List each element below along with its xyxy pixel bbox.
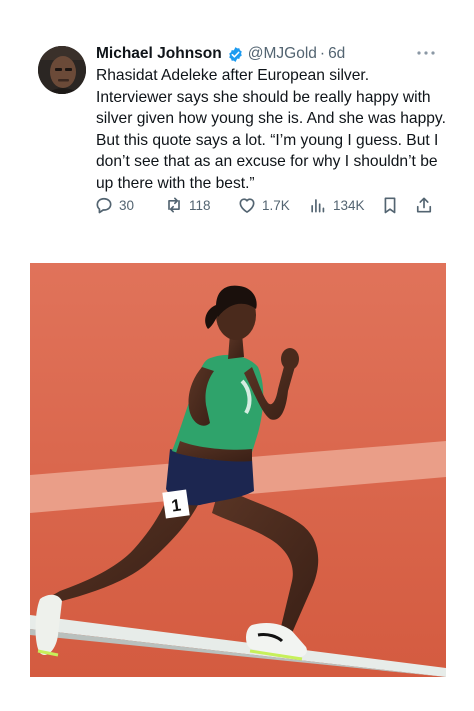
athlete-photo-illustration: 1 xyxy=(30,263,446,677)
tweet-text: Rhasidat Adeleke after European silver. … xyxy=(96,67,446,192)
separator-dot: · xyxy=(319,45,326,62)
repost-icon xyxy=(168,197,180,213)
share-button[interactable] xyxy=(414,193,439,217)
tweet-photo[interactable]: 1 xyxy=(30,263,446,677)
avatar-image xyxy=(38,46,86,94)
bookmark-icon xyxy=(384,197,396,214)
like-button[interactable]: 1.7K xyxy=(237,193,290,217)
views-count: 134K xyxy=(333,197,365,213)
like-count: 1.7K xyxy=(262,197,290,213)
reply-icon xyxy=(96,197,112,214)
reply-button[interactable]: 30 xyxy=(94,193,134,217)
race-bib: 1 xyxy=(162,489,190,519)
action-bar: 30 118 1.7K 134K xyxy=(94,193,438,217)
views-button[interactable]: 134K xyxy=(308,193,365,217)
repost-count: 118 xyxy=(189,197,211,213)
timestamp[interactable]: 6d xyxy=(328,45,345,63)
share-icon xyxy=(416,197,432,213)
reply-count: 30 xyxy=(119,197,135,213)
author-handle[interactable]: @MJGold xyxy=(248,45,317,63)
author-name[interactable]: Michael Johnson xyxy=(96,45,222,63)
more-icon[interactable] xyxy=(413,44,439,62)
verified-badge-icon xyxy=(229,46,242,62)
repost-button[interactable]: 118 xyxy=(164,193,211,217)
bookmark-button[interactable] xyxy=(380,193,405,217)
avatar[interactable] xyxy=(38,46,86,94)
like-icon xyxy=(239,198,255,213)
tweet-header: Michael Johnson @MJGold · 6d xyxy=(96,44,345,64)
views-icon xyxy=(311,199,325,213)
